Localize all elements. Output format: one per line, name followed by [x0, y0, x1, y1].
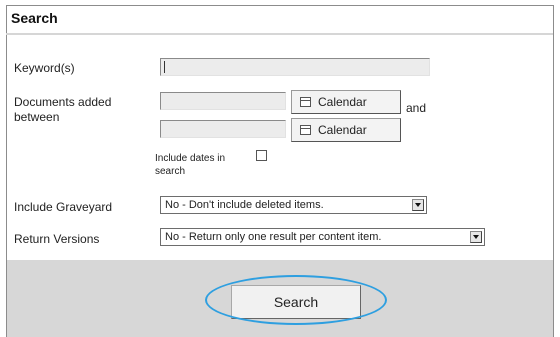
- include-dates-label-line2: search: [155, 166, 186, 177]
- documents-added-label: Documents added between: [14, 95, 111, 125]
- calendar-button-label: Calendar: [318, 95, 367, 109]
- date-from-input[interactable]: [160, 92, 286, 110]
- calendar-button-label: Calendar: [318, 123, 367, 137]
- include-dates-checkbox[interactable]: [256, 150, 267, 161]
- documents-added-label-line1: Documents added: [14, 95, 112, 109]
- panel-title: Search: [11, 10, 58, 26]
- calendar-icon: [300, 97, 311, 107]
- date-to-input[interactable]: [160, 120, 286, 138]
- include-dates-label-line1: Include dates in: [155, 153, 226, 164]
- graveyard-label: Include Graveyard: [14, 200, 113, 214]
- versions-select[interactable]: No - Return only one result per content …: [160, 228, 485, 246]
- keyword-label: Keyword(s): [14, 61, 75, 75]
- and-text: and: [406, 101, 427, 115]
- header-divider: [6, 33, 553, 35]
- chevron-down-icon: [412, 199, 424, 211]
- versions-selected-value: No - Return only one result per content …: [165, 231, 382, 243]
- versions-label: Return Versions: [14, 232, 100, 246]
- graveyard-select[interactable]: No - Don't include deleted items.: [160, 196, 427, 214]
- chevron-down-icon: [470, 231, 482, 243]
- calendar-button-to[interactable]: Calendar: [291, 118, 401, 142]
- keyword-input[interactable]: [160, 58, 430, 76]
- include-dates-label: Include dates in search: [155, 152, 225, 178]
- documents-added-label-line2: between: [14, 110, 60, 124]
- highlight-ellipse: [205, 275, 387, 325]
- graveyard-selected-value: No - Don't include deleted items.: [165, 199, 324, 211]
- calendar-icon: [300, 125, 311, 135]
- calendar-button-from[interactable]: Calendar: [291, 90, 401, 114]
